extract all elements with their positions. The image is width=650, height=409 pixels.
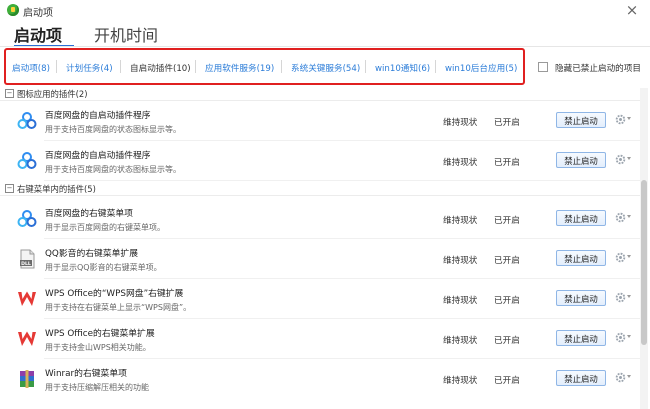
baidu-netdisk-icon [17, 210, 37, 227]
scrollbar-thumb[interactable] [641, 180, 647, 345]
chevron-down-icon[interactable] [627, 375, 631, 378]
item-description: 用于支持百度网盘的状态图标显示等。 [45, 125, 181, 134]
tab-boot-time[interactable]: 开机时间 [94, 22, 158, 46]
item-name: WPS Office的右键菜单扩展 [45, 329, 155, 339]
list-item: WPS Office的“WPS网盘”右键扩展 用于支持在右键菜单上显示“WPS网… [0, 279, 640, 319]
close-icon[interactable]: × [624, 2, 640, 18]
window-title: 启动项 [23, 8, 53, 19]
app-logo-icon [7, 4, 19, 16]
hide-disabled-checkbox[interactable] [538, 62, 548, 72]
list-item: Winrar的右键菜单项 用于支持压缩解压相关的功能 维持现状 已开启 禁止启动 [0, 359, 640, 399]
disable-startup-button[interactable]: 禁止启动 [556, 250, 606, 266]
chevron-down-icon[interactable] [627, 215, 631, 218]
chevron-down-icon[interactable] [627, 117, 631, 120]
item-name: 百度网盘的自启动插件程序 [45, 111, 151, 121]
item-state: 已开启 [494, 216, 520, 226]
item-state: 已开启 [494, 158, 520, 168]
group-title: 右键菜单内的插件(5) [17, 184, 96, 194]
disable-startup-button[interactable]: 禁止启动 [556, 112, 606, 128]
filter-scheduled-tasks[interactable]: 计划任务(4) [66, 62, 113, 74]
gear-icon[interactable] [615, 372, 626, 383]
item-state: 已开启 [494, 256, 520, 266]
hide-disabled-label: 隐藏已禁止启动的项目 [555, 64, 641, 74]
collapse-icon[interactable]: − [5, 89, 14, 98]
gear-icon[interactable] [615, 154, 626, 165]
item-state: 已开启 [494, 296, 520, 306]
item-recommendation: 维持现状 [443, 336, 478, 346]
item-name: WPS Office的“WPS网盘”右键扩展 [45, 289, 184, 299]
disable-startup-button[interactable]: 禁止启动 [556, 290, 606, 306]
gear-icon[interactable] [615, 292, 626, 303]
item-description: 用于支持金山WPS相关功能。 [45, 343, 151, 352]
item-recommendation: 维持现状 [443, 158, 478, 168]
chevron-down-icon[interactable] [627, 255, 631, 258]
item-recommendation: 维持现状 [443, 118, 478, 128]
item-description: 用于支持百度网盘的状态图标显示等。 [45, 165, 181, 174]
svg-text:DLL: DLL [21, 261, 31, 267]
group-header-icon-plugins[interactable]: − 图标应用的插件(2) [0, 87, 640, 101]
disable-startup-button[interactable]: 禁止启动 [556, 330, 606, 346]
wps-office-icon [18, 331, 36, 346]
list-item: 百度网盘的自启动插件程序 用于支持百度网盘的状态图标显示等。 维持现状 已开启 … [0, 101, 640, 141]
item-state: 已开启 [494, 336, 520, 346]
item-name: QQ影音的右键菜单扩展 [45, 249, 139, 259]
group-title: 图标应用的插件(2) [17, 89, 88, 99]
dll-file-icon: DLL [20, 249, 35, 269]
winrar-icon [20, 370, 34, 388]
filter-win10-notifications[interactable]: win10通知(6) [375, 62, 430, 74]
item-recommendation: 维持现状 [443, 216, 478, 226]
gear-icon[interactable] [615, 212, 626, 223]
filter-separator [195, 60, 196, 73]
item-name: 百度网盘的自启动插件程序 [45, 151, 151, 161]
item-recommendation: 维持现状 [443, 376, 478, 386]
tab-startup-items[interactable]: 启动项 [14, 22, 62, 46]
disable-startup-button[interactable]: 禁止启动 [556, 210, 606, 226]
item-name: Winrar的右键菜单项 [45, 369, 127, 379]
list-item: DLL QQ影音的右键菜单扩展 用于显示QQ影音的右键菜单项。 维持现状 已开启… [0, 239, 640, 279]
item-description: 用于显示QQ影音的右键菜单项。 [45, 263, 162, 272]
filter-win10-background-apps[interactable]: win10后台应用(5) [445, 62, 517, 74]
filter-app-services[interactable]: 应用软件服务(19) [205, 62, 274, 74]
filter-separator [120, 60, 121, 73]
gear-icon[interactable] [615, 252, 626, 263]
chevron-down-icon[interactable] [627, 157, 631, 160]
header-divider [0, 46, 650, 47]
filter-auto-plugins[interactable]: 自启动插件(10) [130, 62, 191, 74]
item-description: 用于支持在右键菜单上显示“WPS网盘”。 [45, 303, 192, 312]
main-tabs: 启动项 开机时间 [0, 20, 650, 46]
gear-icon[interactable] [615, 332, 626, 343]
baidu-netdisk-icon [17, 152, 37, 169]
collapse-icon[interactable]: − [5, 184, 14, 193]
title-bar: 启动项 × [0, 0, 650, 20]
item-name: 百度网盘的右键菜单项 [45, 209, 133, 219]
filter-system-services[interactable]: 系统关键服务(54) [291, 62, 360, 74]
item-state: 已开启 [494, 118, 520, 128]
list-item: WPS Office的右键菜单扩展 用于支持金山WPS相关功能。 维持现状 已开… [0, 319, 640, 359]
gear-icon[interactable] [615, 114, 626, 125]
wps-office-icon [18, 291, 36, 306]
filter-separator [281, 60, 282, 73]
item-description: 用于显示百度网盘的右键菜单项。 [45, 223, 165, 232]
disable-startup-button[interactable]: 禁止启动 [556, 152, 606, 168]
list-item: 百度网盘的自启动插件程序 用于支持百度网盘的状态图标显示等。 维持现状 已开启 … [0, 141, 640, 181]
item-description: 用于支持压缩解压相关的功能 [45, 383, 149, 392]
item-recommendation: 维持现状 [443, 296, 478, 306]
chevron-down-icon[interactable] [627, 295, 631, 298]
filter-separator [56, 60, 57, 73]
disable-startup-button[interactable]: 禁止启动 [556, 370, 606, 386]
filter-startup[interactable]: 启动项(8) [12, 62, 50, 74]
list-item: 百度网盘的右键菜单项 用于显示百度网盘的右键菜单项。 维持现状 已开启 禁止启动 [0, 199, 640, 239]
item-recommendation: 维持现状 [443, 256, 478, 266]
item-state: 已开启 [494, 376, 520, 386]
filter-separator [435, 60, 436, 73]
filter-separator [365, 60, 366, 73]
group-header-context-menu-plugins[interactable]: − 右键菜单内的插件(5) [0, 182, 640, 196]
chevron-down-icon[interactable] [627, 335, 631, 338]
baidu-netdisk-icon [17, 112, 37, 129]
